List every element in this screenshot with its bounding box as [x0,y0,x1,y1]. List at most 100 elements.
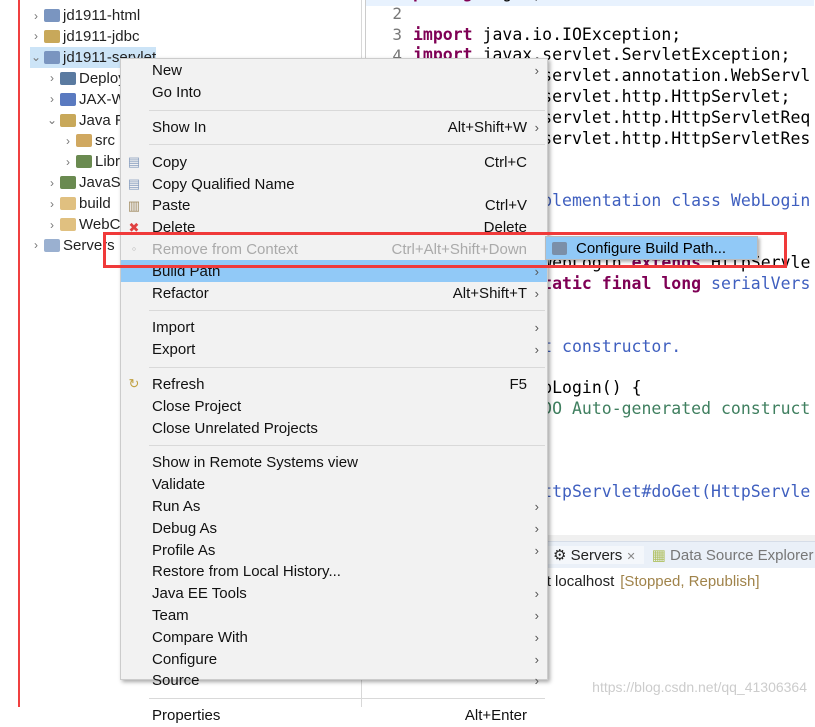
data-source-icon: ▦ [651,547,671,564]
chevron-right-icon[interactable]: › [30,9,42,23]
chevron-right-icon: › [534,342,539,358]
tree-item-label: build [79,195,111,213]
line-number: 2 [392,4,402,23]
menu-item-remove-from-context[interactable]: ◦ Remove from Context Ctrl+Alt+Shift+Down [121,239,547,261]
line-number: 3 [392,24,402,44]
menu-item-properties[interactable]: Properties Alt+Enter [121,705,547,727]
folder-icon [60,218,76,231]
chevron-right-icon[interactable]: › [46,71,58,85]
menu-item-delete[interactable]: ✖ Delete Delete [121,217,547,239]
chevron-right-icon[interactable]: › [62,155,74,169]
menu-separator [149,444,545,446]
menu-separator [149,109,545,111]
menu-item-label: Close Unrelated Projects [152,419,318,437]
tab-data-source-explorer[interactable]: ▦ Data Source Explorer [644,546,815,564]
chevron-right-icon: › [534,673,539,689]
menu-item-show-in[interactable]: Show In Alt+Shift+W › [121,117,547,139]
menu-item-team[interactable]: Team › [121,605,547,627]
menu-item-label: Remove from Context [152,240,298,258]
close-icon[interactable]: ✕ [626,551,635,563]
menu-item-close-unrelated-projects[interactable]: Close Unrelated Projects [121,417,547,439]
menu-item-shortcut: Delete [483,219,527,237]
menu-item-label: Export [152,341,196,359]
source-folder-icon [76,134,92,148]
configure-build-path-icon [552,241,567,255]
menu-separator [149,366,545,368]
menu-item-label: Restore from Local History... [152,563,341,581]
web-project-icon [44,50,60,64]
menu-item-source[interactable]: Source › [121,670,547,692]
tree-item-jd1911-html[interactable]: › jd1911-html [30,5,140,26]
menu-item-label: Profile As [152,541,216,559]
menu-item-close-project[interactable]: Close Project [121,395,547,417]
menu-item-label: Compare With [152,628,248,646]
menu-item-label: Validate [152,476,206,494]
menu-item-compare-with[interactable]: Compare With › [121,626,547,648]
menu-item-shortcut: Ctrl+V [484,197,527,215]
tree-item-label: jd1911-html [63,7,141,24]
chevron-right-icon: › [534,119,539,135]
menu-item-label: Properties [152,707,221,725]
menu-item-debug-as[interactable]: Debug As › [121,517,547,539]
menu-item-refresh[interactable]: ↻ Refresh F5 [121,374,547,396]
chevron-down-icon[interactable]: ⌄ [30,50,42,64]
copy-qualified-name-icon: ▤ [127,176,141,192]
chevron-right-icon: › [534,63,539,79]
servers-icon: ⚙ [553,547,571,564]
chevron-right-icon: › [534,629,539,645]
menu-item-label: Copy Qualified Name [152,175,295,193]
menu-item-label: Source [152,672,200,690]
menu-item-java-ee-tools[interactable]: Java EE Tools › [121,583,547,605]
menu-item-restore-from-local-history[interactable]: Restore from Local History... [121,561,547,583]
chevron-right-icon: › [534,651,539,667]
menu-item-label: Show In [152,118,207,136]
chevron-right-icon: › [534,285,539,301]
submenu-item-configure-build-path[interactable]: Configure Build Path... [545,236,758,260]
java-project-icon [44,29,60,43]
chevron-right-icon: › [534,607,539,623]
paste-icon: ▥ [127,197,141,213]
context-menu: New › Go Into Show In Alt+Shift+W › ▤ Copy Ctrl+… [120,58,548,724]
menu-item-shortcut: Ctrl+C [484,153,527,171]
tab-servers[interactable]: ⚙ Servers ✕ [545,546,644,564]
menu-item-label: Delete [152,219,196,237]
chevron-right-icon[interactable]: › [46,197,58,211]
tree-item-build[interactable]: › build [46,193,111,214]
chevron-right-icon[interactable]: › [46,218,58,232]
menu-item-copy-qualified-name[interactable]: ▤ Copy Qualified Name [121,173,547,195]
menu-item-build-path[interactable]: Build Path › [121,260,547,283]
tree-item-servers[interactable]: › Servers [30,235,115,256]
menu-item-validate[interactable]: Validate [121,474,547,496]
tree-item-jd1911-jdbc[interactable]: › jd1911-jdbc [30,26,139,47]
chevron-right-icon[interactable]: › [30,29,42,43]
menu-item-copy[interactable]: ▤ Copy Ctrl+C [121,151,547,173]
menu-separator [149,309,545,311]
menu-item-show-in-remote-systems-view[interactable]: Show in Remote Systems view [121,452,547,474]
web-project-icon [44,9,60,22]
menu-item-import[interactable]: Import › [121,317,547,339]
menu-item-run-as[interactable]: Run As › [121,496,547,518]
chevron-right-icon[interactable]: › [30,238,42,252]
chevron-right-icon[interactable]: › [46,92,58,106]
menu-item-configure[interactable]: Configure › [121,648,547,670]
menu-item-paste[interactable]: ▥ Paste Ctrl+V [121,195,547,217]
chevron-right-icon: › [534,586,539,602]
menu-item-export[interactable]: Export › [121,339,547,361]
menu-item-label: Import [152,319,195,337]
menu-item-shortcut: Ctrl+Alt+Shift+Down [391,240,527,258]
left-edge-marker [0,0,20,707]
menu-item-profile-as[interactable]: Profile As › [121,539,547,561]
chevron-right-icon[interactable]: › [62,134,74,148]
menu-item-new[interactable]: New › [121,60,547,82]
chevron-down-icon[interactable]: ⌄ [46,113,58,127]
chevron-right-icon: › [534,263,539,279]
code-token: java.io.IOException; [472,24,682,44]
menu-item-shortcut: F5 [509,375,527,393]
menu-item-shortcut: Alt+Shift+T [452,284,527,302]
menu-item-go-into[interactable]: Go Into [121,82,547,104]
menu-item-refactor[interactable]: Refactor Alt+Shift+T › [121,282,547,304]
menu-item-label: Paste [152,197,191,215]
chevron-right-icon[interactable]: › [46,176,58,190]
menu-item-label: Configure [152,650,218,668]
tree-item-src[interactable]: › src [62,130,115,151]
